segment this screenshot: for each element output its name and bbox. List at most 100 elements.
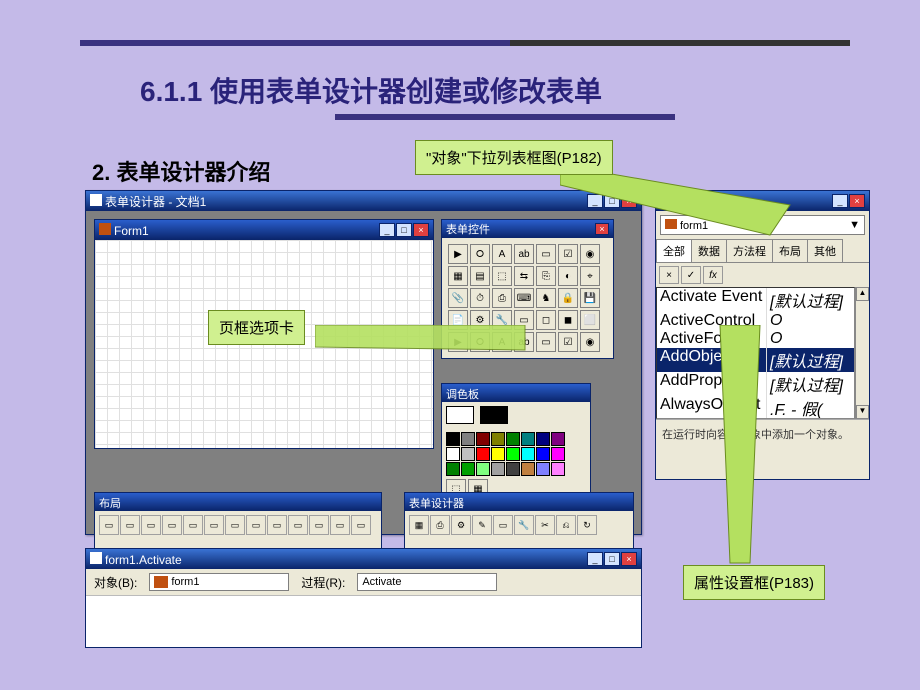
color-swatch[interactable] bbox=[551, 462, 565, 476]
maximize-button[interactable]: □ bbox=[604, 194, 620, 208]
tool-button[interactable]: A bbox=[492, 332, 512, 352]
prop-minimize-button[interactable]: _ bbox=[832, 194, 848, 208]
code-titlebar[interactable]: form1.Activate _ □ × bbox=[86, 549, 641, 569]
color-swatch[interactable] bbox=[521, 462, 535, 476]
color-swatch[interactable] bbox=[551, 432, 565, 446]
tool-button[interactable]: ☑ bbox=[558, 244, 578, 264]
tool-button[interactable]: ⬜ bbox=[580, 310, 600, 330]
layout-button[interactable]: ▭ bbox=[225, 515, 245, 535]
designer-button[interactable]: ⚙ bbox=[451, 515, 471, 535]
properties-list[interactable]: Activate Event[默认过程]ActiveControlOActive… bbox=[656, 287, 855, 419]
tool-button[interactable]: 📄 bbox=[448, 310, 468, 330]
property-row[interactable]: ActiveControlO bbox=[657, 312, 854, 330]
tool-button[interactable]: ▭ bbox=[536, 332, 556, 352]
tool-button[interactable]: ▭ bbox=[514, 310, 534, 330]
tool-button[interactable]: ⭘ bbox=[470, 332, 490, 352]
toolbox-titlebar[interactable]: 表单控件 × bbox=[442, 220, 613, 238]
prop-accept-button[interactable]: ✓ bbox=[681, 266, 701, 284]
color-swatch[interactable] bbox=[491, 432, 505, 446]
prop-cancel-button[interactable]: × bbox=[659, 266, 679, 284]
tool-button[interactable]: ⎘ bbox=[536, 266, 556, 286]
property-row[interactable]: Activate Event[默认过程] bbox=[657, 288, 854, 312]
minimize-button[interactable]: _ bbox=[587, 194, 603, 208]
close-button[interactable]: × bbox=[621, 194, 637, 208]
designer-button[interactable]: ▦ bbox=[409, 515, 429, 535]
layout-titlebar[interactable]: 布局 bbox=[95, 493, 381, 511]
code-maximize-button[interactable]: □ bbox=[604, 552, 620, 566]
properties-titlebar[interactable]: 属性 - _ × bbox=[656, 191, 869, 211]
form1-minimize-button[interactable]: _ bbox=[379, 223, 395, 237]
scroll-up-button[interactable]: ▲ bbox=[856, 287, 869, 301]
tool-button[interactable]: ▶ bbox=[448, 332, 468, 352]
background-swatch[interactable] bbox=[480, 406, 508, 424]
color-swatch[interactable] bbox=[476, 432, 490, 446]
prop-object-combo[interactable]: form1 ▼ bbox=[660, 215, 865, 235]
tool-button[interactable]: ⎙ bbox=[492, 288, 512, 308]
color-swatch[interactable] bbox=[446, 447, 460, 461]
color-swatch[interactable] bbox=[446, 432, 460, 446]
layout-button[interactable]: ▭ bbox=[288, 515, 308, 535]
object-combo[interactable]: form1 bbox=[149, 573, 289, 591]
layout-button[interactable]: ▭ bbox=[330, 515, 350, 535]
form1-titlebar[interactable]: Form1 _ □ × bbox=[95, 220, 433, 240]
main-titlebar[interactable]: 表单设计器 - 文档1 _ □ × bbox=[86, 191, 641, 211]
tool-button[interactable]: ⌖ bbox=[580, 266, 600, 286]
properties-tab[interactable]: 方法程 bbox=[726, 239, 773, 262]
foreground-swatch[interactable] bbox=[446, 406, 474, 424]
tool-button[interactable]: ⏱ bbox=[470, 288, 490, 308]
color-swatch[interactable] bbox=[521, 447, 535, 461]
color-swatch[interactable] bbox=[461, 432, 475, 446]
color-swatch[interactable] bbox=[461, 447, 475, 461]
code-close-button[interactable]: × bbox=[621, 552, 637, 566]
tool-button[interactable]: A bbox=[492, 244, 512, 264]
layout-button[interactable]: ▭ bbox=[351, 515, 371, 535]
property-row[interactable]: AddProperty[默认过程] bbox=[657, 372, 854, 396]
tool-button[interactable]: 🔧 bbox=[492, 310, 512, 330]
tool-button[interactable]: ab bbox=[514, 332, 534, 352]
color-swatch[interactable] bbox=[476, 462, 490, 476]
designer-button[interactable]: ✂ bbox=[535, 515, 555, 535]
properties-tab[interactable]: 其他 bbox=[807, 239, 843, 262]
tool-button[interactable]: 📎 bbox=[448, 288, 468, 308]
tool-button[interactable]: ⬚ bbox=[492, 266, 512, 286]
designer-tb-titlebar[interactable]: 表单设计器 bbox=[405, 493, 633, 511]
color-swatch[interactable] bbox=[536, 462, 550, 476]
tool-button[interactable]: ▦ bbox=[448, 266, 468, 286]
property-row[interactable]: AddObject[默认过程] bbox=[657, 348, 854, 372]
tool-button[interactable]: 💾 bbox=[580, 288, 600, 308]
tool-button[interactable]: ◉ bbox=[580, 244, 600, 264]
tool-button[interactable]: ▭ bbox=[536, 244, 556, 264]
layout-button[interactable]: ▭ bbox=[162, 515, 182, 535]
color-swatch[interactable] bbox=[446, 462, 460, 476]
color-swatch[interactable] bbox=[476, 447, 490, 461]
code-minimize-button[interactable]: _ bbox=[587, 552, 603, 566]
form1-maximize-button[interactable]: □ bbox=[396, 223, 412, 237]
tool-button[interactable]: ⌨ bbox=[514, 288, 534, 308]
color-swatch[interactable] bbox=[521, 432, 535, 446]
properties-scrollbar[interactable]: ▲ ▼ bbox=[855, 287, 869, 419]
layout-button[interactable]: ▭ bbox=[246, 515, 266, 535]
tool-button[interactable]: ♞ bbox=[536, 288, 556, 308]
color-swatch[interactable] bbox=[461, 462, 475, 476]
designer-button[interactable]: ⎙ bbox=[430, 515, 450, 535]
color-swatch[interactable] bbox=[506, 432, 520, 446]
tool-button[interactable]: 🔒 bbox=[558, 288, 578, 308]
tool-button[interactable]: ◼ bbox=[558, 310, 578, 330]
properties-tab[interactable]: 全部 bbox=[656, 239, 692, 262]
proc-combo[interactable]: Activate bbox=[357, 573, 497, 591]
tool-button[interactable]: ◻ bbox=[536, 310, 556, 330]
color-swatch[interactable] bbox=[491, 462, 505, 476]
color-swatch[interactable] bbox=[506, 462, 520, 476]
code-editor-area[interactable] bbox=[86, 596, 641, 646]
layout-button[interactable]: ▭ bbox=[120, 515, 140, 535]
prop-close-button[interactable]: × bbox=[849, 194, 865, 208]
layout-button[interactable]: ▭ bbox=[141, 515, 161, 535]
form1-close-button[interactable]: × bbox=[413, 223, 429, 237]
toolbox-close-button[interactable]: × bbox=[595, 223, 609, 235]
designer-button[interactable]: ↻ bbox=[577, 515, 597, 535]
prop-fx-button[interactable]: fx bbox=[703, 266, 723, 284]
designer-button[interactable]: ✎ bbox=[472, 515, 492, 535]
property-row[interactable]: AlwaysOnBott.F. - 假( bbox=[657, 396, 854, 419]
tool-button[interactable]: ⚙ bbox=[470, 310, 490, 330]
layout-button[interactable]: ▭ bbox=[204, 515, 224, 535]
